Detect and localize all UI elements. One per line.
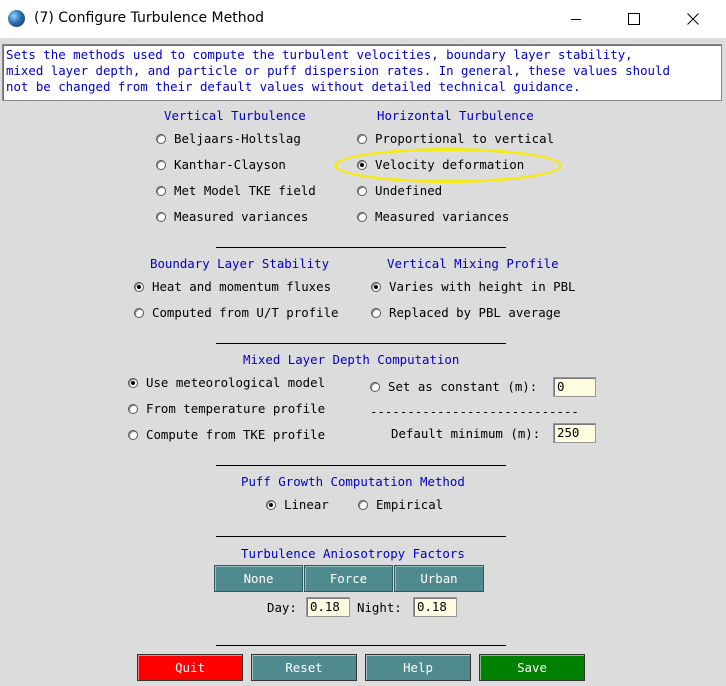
boundary-layer-stability-header: Boundary Layer Stability bbox=[150, 256, 330, 271]
stability-option-ut-profile[interactable]: Computed from U/T profile bbox=[134, 305, 339, 320]
anisotropy-header: Turbulence Aniosotropy Factors bbox=[241, 546, 465, 561]
radio-button[interactable] bbox=[370, 381, 380, 392]
horizontal-option-proportional[interactable]: Proportional to vertical bbox=[357, 131, 554, 146]
anisotropy-none-button[interactable]: None bbox=[214, 565, 303, 592]
horizontal-turbulence-header: Horizontal Turbulence bbox=[377, 108, 534, 123]
close-button[interactable] bbox=[670, 0, 716, 38]
divider bbox=[216, 536, 506, 537]
day-label: Day: bbox=[267, 600, 297, 615]
save-button[interactable]: Save bbox=[479, 654, 585, 681]
dialog-body: Sets the methods used to compute the tur… bbox=[0, 38, 726, 686]
globe-app-icon bbox=[8, 10, 25, 27]
vertical-turbulence-header: Vertical Turbulence bbox=[164, 108, 306, 123]
radio-button[interactable] bbox=[134, 307, 144, 318]
radio-button-selected[interactable] bbox=[134, 281, 144, 292]
anisotropy-urban-button[interactable]: Urban bbox=[394, 565, 484, 592]
puff-option-linear[interactable]: Linear bbox=[266, 497, 329, 512]
help-button[interactable]: Help bbox=[365, 654, 471, 681]
mixing-option-varies[interactable]: Varies with height in PBL bbox=[371, 279, 576, 294]
radio-button[interactable] bbox=[156, 133, 166, 144]
divider bbox=[216, 465, 506, 466]
vertical-option-kanthar[interactable]: Kanthar-Clayson bbox=[156, 157, 286, 172]
radio-button[interactable] bbox=[128, 429, 138, 440]
dash-separator: ---------------------------- bbox=[370, 404, 579, 419]
radio-button[interactable] bbox=[357, 133, 367, 144]
radio-button[interactable] bbox=[358, 499, 368, 510]
night-factor-field[interactable]: 0.18 bbox=[413, 597, 457, 617]
radio-button[interactable] bbox=[357, 185, 367, 196]
puff-option-empirical[interactable]: Empirical bbox=[358, 497, 443, 512]
radio-button[interactable] bbox=[156, 159, 166, 170]
radio-button[interactable] bbox=[156, 185, 166, 196]
horizontal-option-undefined[interactable]: Undefined bbox=[357, 183, 442, 198]
divider bbox=[216, 247, 506, 248]
title-bar: (7) Configure Turbulence Method bbox=[0, 0, 726, 38]
divider bbox=[216, 343, 506, 344]
mld-option-tke[interactable]: Compute from TKE profile bbox=[128, 427, 325, 442]
stability-option-fluxes[interactable]: Heat and momentum fluxes bbox=[134, 279, 331, 294]
quit-button[interactable]: Quit bbox=[137, 654, 243, 681]
radio-button[interactable] bbox=[156, 211, 166, 222]
mld-option-met-model[interactable]: Use meteorological model bbox=[128, 375, 325, 390]
minimize-icon bbox=[571, 19, 581, 20]
reset-button[interactable]: Reset bbox=[251, 654, 357, 681]
maximize-button[interactable] bbox=[611, 0, 657, 38]
default-minimum-field[interactable]: 250 bbox=[553, 423, 596, 443]
day-factor-field[interactable]: 0.18 bbox=[306, 597, 350, 617]
radio-button-selected[interactable] bbox=[266, 499, 276, 510]
puff-growth-header: Puff Growth Computation Method bbox=[241, 474, 465, 489]
horizontal-option-measured[interactable]: Measured variances bbox=[357, 209, 509, 224]
radio-button-selected[interactable] bbox=[371, 281, 381, 292]
radio-button[interactable] bbox=[371, 307, 381, 318]
vertical-option-tke[interactable]: Met Model TKE field bbox=[156, 183, 316, 198]
highlight-ellipse bbox=[334, 148, 562, 183]
maximize-icon bbox=[628, 13, 640, 25]
mixing-option-pbl-average[interactable]: Replaced by PBL average bbox=[371, 305, 561, 320]
constant-depth-field[interactable]: 0 bbox=[553, 377, 596, 397]
close-icon bbox=[687, 13, 699, 25]
radio-button[interactable] bbox=[357, 211, 367, 222]
radio-button-selected[interactable] bbox=[128, 377, 138, 388]
vertical-mixing-profile-header: Vertical Mixing Profile bbox=[387, 256, 559, 271]
vertical-option-beljaars[interactable]: Beljaars-Holtslag bbox=[156, 131, 301, 146]
info-text: Sets the methods used to compute the tur… bbox=[2, 44, 722, 101]
divider bbox=[216, 645, 506, 646]
vertical-option-measured[interactable]: Measured variances bbox=[156, 209, 308, 224]
minimize-button[interactable] bbox=[553, 0, 599, 38]
mixed-layer-depth-header: Mixed Layer Depth Computation bbox=[243, 352, 460, 367]
window-title: (7) Configure Turbulence Method bbox=[34, 10, 265, 26]
night-label: Night: bbox=[357, 600, 402, 615]
default-minimum-label: Default minimum (m): bbox=[391, 426, 541, 441]
radio-button[interactable] bbox=[128, 403, 138, 414]
mld-option-temperature[interactable]: From temperature profile bbox=[128, 401, 325, 416]
mld-option-constant[interactable]: Set as constant (m): bbox=[370, 379, 537, 394]
anisotropy-force-button[interactable]: Force bbox=[304, 565, 393, 592]
